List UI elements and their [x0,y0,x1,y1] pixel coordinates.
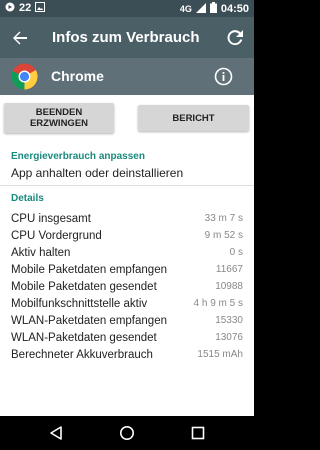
notification-icon [5,2,15,15]
detail-value: 1515 mAh [197,349,243,360]
toolbar: Infos zum Verbrauch [0,17,254,58]
detail-value: 33 m 7 s [204,213,243,224]
status-bar: 22 4G 04:50 [0,0,254,17]
energy-section-heading: Energieverbrauch anpassen [11,151,145,162]
detail-label: Mobilfunkschnittstelle aktiv [11,297,148,310]
detail-row: Aktiv halten 0 s [11,244,243,261]
network-type: 4G [179,4,192,14]
detail-label: Mobile Paketdaten empfangen [11,263,167,276]
detail-row: WLAN-Paketdaten gesendet 13076 [11,329,243,346]
force-stop-button[interactable]: BEENDEN ERZWINGEN [4,103,114,133]
notification-count: 22 [19,2,32,14]
divider [0,185,254,186]
details-section-heading: Details [11,193,44,204]
detail-value: 15330 [215,315,243,326]
detail-value: 13076 [215,332,243,343]
nav-home-icon[interactable] [119,425,135,441]
detail-row: Berechneter Akkuverbrauch 1515 mAh [11,346,243,363]
detail-row: Mobile Paketdaten gesendet 10988 [11,278,243,295]
detail-value: 10988 [215,281,243,292]
content: BEENDEN ERZWINGEN BERICHT Energieverbrau… [0,95,254,416]
detail-row: CPU Vordergrund 9 m 52 s [11,227,243,244]
navigation-bar [0,416,254,450]
report-button[interactable]: BERICHT [138,105,249,131]
info-icon[interactable] [214,67,233,86]
detail-label: WLAN-Paketdaten gesendet [11,331,157,344]
detail-value: 11667 [215,264,243,275]
detail-label: CPU Vordergrund [11,229,102,242]
back-arrow-icon[interactable] [10,28,30,48]
detail-row: Mobile Paketdaten empfangen 11667 [11,261,243,278]
detail-row: Mobilfunkschnittstelle aktiv 4 h 9 m 5 s [11,295,243,312]
app-name: Chrome [51,68,104,84]
clock: 04:50 [220,2,249,15]
detail-value: 0 s [229,247,243,258]
battery-icon [209,2,217,16]
energy-list-item[interactable]: App anhalten oder deinstallieren [11,166,183,180]
image-notification-icon [35,2,46,15]
detail-label: Mobile Paketdaten gesendet [11,280,157,293]
app-header: Chrome [0,58,254,95]
detail-row: WLAN-Paketdaten empfangen 15330 [11,312,243,329]
detail-label: Aktiv halten [11,246,71,259]
nav-back-icon[interactable] [48,425,64,441]
refresh-icon[interactable] [225,28,245,48]
signal-icon [195,2,206,16]
chrome-icon [11,63,38,90]
nav-recents-icon[interactable] [190,425,206,441]
detail-label: WLAN-Paketdaten empfangen [11,314,167,327]
page-title: Infos zum Verbrauch [52,29,200,46]
detail-label: CPU insgesamt [11,212,91,225]
detail-value: 9 m 52 s [204,230,243,241]
detail-row: CPU insgesamt 33 m 7 s [11,210,243,227]
detail-value: 4 h 9 m 5 s [193,298,243,309]
detail-label: Berechneter Akkuverbrauch [11,348,153,361]
